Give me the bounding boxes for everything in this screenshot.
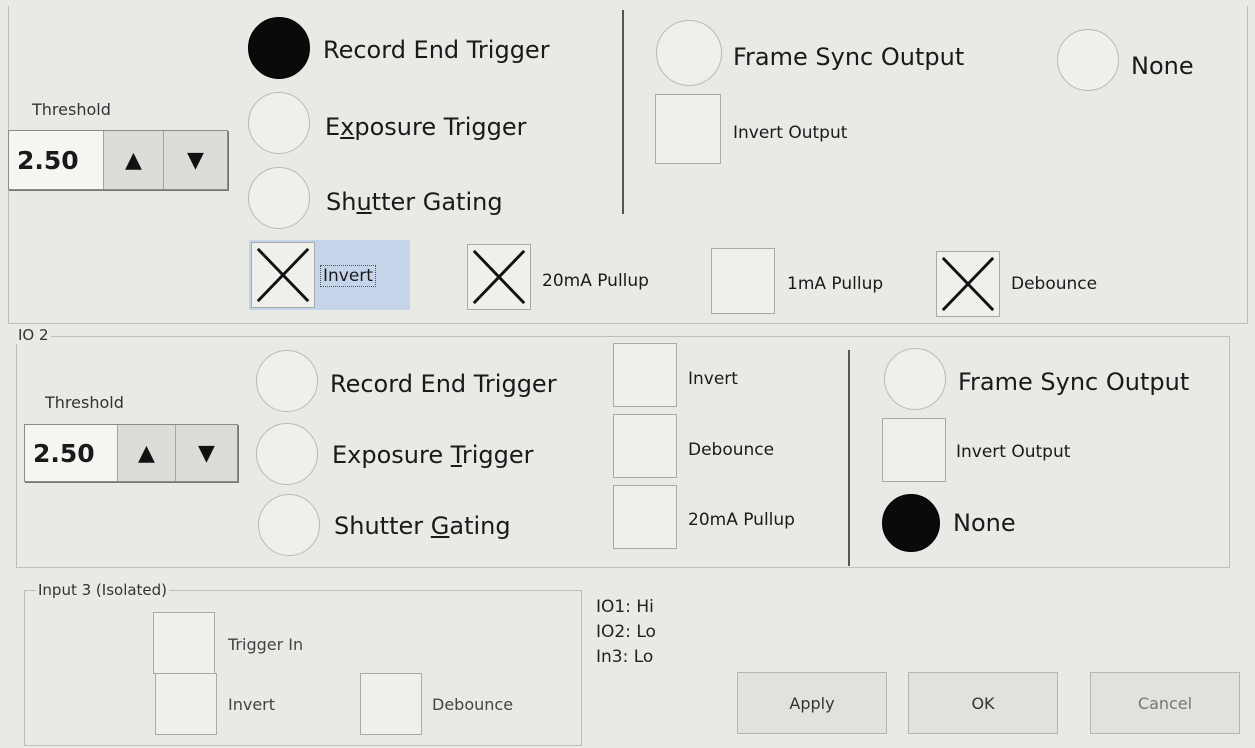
io1-threshold-up-button[interactable]: ▲ bbox=[102, 131, 164, 189]
io1-checkbox-invert-output[interactable] bbox=[655, 94, 721, 164]
io2-threshold-up-button[interactable]: ▲ bbox=[116, 425, 176, 481]
io1-checkbox-1ma-pullup[interactable] bbox=[711, 248, 775, 314]
io1-label-invert: Invert bbox=[320, 265, 376, 287]
triangle-down-icon: ▼ bbox=[187, 147, 204, 173]
ok-button[interactable]: OK bbox=[908, 672, 1058, 734]
x-mark-icon bbox=[472, 249, 526, 305]
input3-group-title: Input 3 (Isolated) bbox=[36, 581, 170, 599]
input3-checkbox-invert[interactable] bbox=[155, 673, 217, 735]
io1-label-invert-output: Invert Output bbox=[733, 123, 848, 143]
status-io2: IO2: Lo bbox=[596, 622, 656, 642]
io2-radio-frame-sync-output[interactable] bbox=[884, 348, 946, 410]
io2-label-invert-output: Invert Output bbox=[956, 442, 1071, 462]
apply-button[interactable]: Apply bbox=[737, 672, 887, 734]
io1-radio-none[interactable] bbox=[1057, 29, 1119, 91]
io2-radio-record-end-trigger[interactable] bbox=[256, 350, 318, 412]
io1-label-debounce: Debounce bbox=[1011, 274, 1098, 294]
io2-threshold-label: Threshold bbox=[45, 393, 124, 412]
io2-checkbox-20ma-pullup[interactable] bbox=[613, 485, 677, 549]
cancel-button[interactable]: Cancel bbox=[1090, 672, 1240, 734]
io2-checkbox-invert-output[interactable] bbox=[882, 418, 946, 482]
io2-divider bbox=[848, 350, 850, 566]
io1-threshold-label: Threshold bbox=[32, 100, 111, 119]
io2-radio-shutter-gating[interactable] bbox=[258, 494, 320, 556]
input3-checkbox-trigger-in[interactable] bbox=[153, 612, 215, 674]
io2-label-none: None bbox=[953, 509, 1016, 537]
input3-group bbox=[24, 590, 582, 746]
io1-label-shutter-gating: Shutter Gating bbox=[326, 188, 503, 216]
io1-checkbox-20ma-pullup[interactable] bbox=[467, 244, 531, 310]
io1-radio-shutter-gating[interactable] bbox=[248, 167, 310, 229]
triangle-up-icon: ▲ bbox=[124, 147, 142, 173]
io1-label-none: None bbox=[1131, 52, 1194, 80]
io2-label-record-end-trigger: Record End Trigger bbox=[330, 370, 557, 398]
io1-label-exposure-trigger: Exposure Trigger bbox=[325, 113, 527, 141]
io1-checkbox-invert[interactable] bbox=[251, 242, 315, 308]
io2-checkbox-debounce[interactable] bbox=[613, 414, 677, 478]
input3-label-invert: Invert bbox=[228, 695, 276, 714]
io2-label-frame-sync-output: Frame Sync Output bbox=[958, 368, 1190, 396]
x-mark-icon bbox=[256, 247, 310, 303]
status-io1: IO1: Hi bbox=[596, 597, 654, 617]
status-in3: In3: Lo bbox=[596, 647, 654, 667]
io2-label-invert: Invert bbox=[688, 369, 738, 389]
io2-label-exposure-trigger: Exposure Trigger bbox=[332, 441, 534, 469]
io1-threshold-spinbox[interactable]: 2.50 ▲ ▼ bbox=[8, 130, 228, 190]
io2-label-debounce: Debounce bbox=[688, 440, 775, 460]
triangle-down-icon: ▼ bbox=[198, 440, 215, 466]
io2-label-shutter-gating: Shutter Gating bbox=[334, 512, 511, 540]
io2-threshold-down-button[interactable]: ▼ bbox=[175, 425, 237, 481]
input3-label-trigger-in: Trigger In bbox=[228, 635, 304, 654]
io1-label-frame-sync-output: Frame Sync Output bbox=[733, 43, 965, 71]
io1-radio-exposure-trigger[interactable] bbox=[248, 92, 310, 154]
io2-threshold-spinbox[interactable]: 2.50 ▲ ▼ bbox=[24, 424, 238, 482]
io1-label-record-end-trigger: Record End Trigger bbox=[323, 36, 550, 64]
io1-threshold-value[interactable]: 2.50 bbox=[9, 131, 103, 189]
io2-radio-none[interactable] bbox=[882, 494, 940, 552]
io2-threshold-value[interactable]: 2.50 bbox=[25, 425, 117, 481]
io1-threshold-down-button[interactable]: ▼ bbox=[163, 131, 227, 189]
io2-label-20ma-pullup: 20mA Pullup bbox=[688, 510, 795, 530]
io1-label-20ma-pullup: 20mA Pullup bbox=[542, 271, 649, 291]
input3-checkbox-debounce[interactable] bbox=[360, 673, 422, 735]
io1-checkbox-debounce[interactable] bbox=[936, 251, 1000, 317]
triangle-up-icon: ▲ bbox=[137, 440, 155, 466]
input3-label-debounce: Debounce bbox=[432, 695, 514, 714]
io2-checkbox-invert[interactable] bbox=[613, 343, 677, 407]
io2-radio-exposure-trigger[interactable] bbox=[256, 423, 318, 485]
io1-label-1ma-pullup: 1mA Pullup bbox=[787, 274, 884, 294]
io1-radio-frame-sync-output[interactable] bbox=[656, 20, 722, 86]
io1-divider bbox=[622, 10, 624, 214]
x-mark-icon bbox=[941, 256, 995, 312]
io2-group-title: IO 2 bbox=[16, 326, 51, 344]
io1-radio-record-end-trigger[interactable] bbox=[248, 17, 310, 79]
